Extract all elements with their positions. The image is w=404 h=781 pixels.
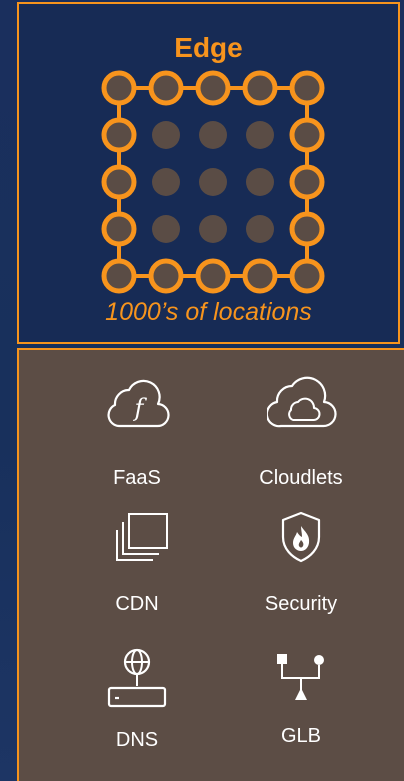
edge-perimeter-node — [101, 258, 137, 294]
edge-perimeter-node — [195, 70, 231, 106]
service-glb: GLB — [231, 646, 371, 766]
edge-perimeter-node — [242, 258, 278, 294]
edge-perimeter-node — [101, 70, 137, 106]
edge-panel: Edge 1000’s of locations — [17, 2, 400, 344]
edge-inner-node — [199, 215, 227, 243]
cdn-label: CDN — [115, 593, 159, 615]
security-label: Security — [264, 593, 338, 615]
edge-perimeter-node — [148, 258, 184, 294]
service-cloudlets: Cloudlets — [231, 368, 371, 489]
dns-label: DNS — [115, 729, 159, 751]
edge-inner-node — [246, 121, 274, 149]
edge-perimeter-node — [289, 117, 325, 153]
edge-perimeter-node — [101, 211, 137, 247]
cloudlets-label: Cloudlets — [259, 467, 343, 489]
edge-perimeter-node — [101, 117, 137, 153]
edge-perimeter-node — [148, 70, 184, 106]
edge-perimeter-node — [101, 164, 137, 200]
faas-label: FaaS — [113, 467, 161, 489]
edge-node-grid-icon — [101, 70, 325, 294]
edge-inner-node — [199, 121, 227, 149]
service-security: Security — [231, 510, 371, 620]
edge-inner-node — [246, 168, 274, 196]
edge-subtitle: 1000’s of locations — [105, 298, 312, 326]
edge-perimeter-node — [289, 258, 325, 294]
fire-shield-icon — [281, 511, 321, 563]
services-panel: f FaaS Cloudlets CDN Security DNS GLB — [17, 348, 404, 781]
edge-inner-node — [199, 168, 227, 196]
edge-perimeter-node — [242, 70, 278, 106]
edge-perimeter-node — [289, 164, 325, 200]
edge-inner-node — [152, 168, 180, 196]
stacked-windows-icon — [116, 513, 168, 561]
nested-cloud-icon — [267, 376, 337, 428]
service-dns: DNS — [67, 646, 207, 766]
edge-inner-node — [246, 215, 274, 243]
edge-perimeter-node — [195, 258, 231, 294]
svg-text:f: f — [133, 394, 148, 422]
edge-perimeter-node — [289, 70, 325, 106]
service-cdn: CDN — [67, 510, 207, 620]
glb-label: GLB — [280, 725, 322, 747]
load-balancer-icon — [277, 654, 324, 700]
service-faas: f FaaS — [67, 368, 207, 489]
function-cloud-icon: f — [107, 379, 170, 428]
edge-perimeter-node — [289, 211, 325, 247]
edge-inner-node — [152, 121, 180, 149]
globe-server-icon — [107, 648, 167, 708]
edge-inner-node — [152, 215, 180, 243]
